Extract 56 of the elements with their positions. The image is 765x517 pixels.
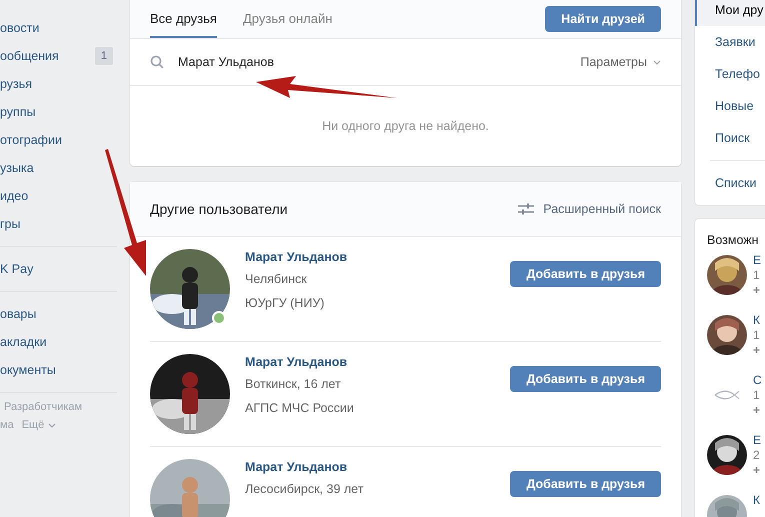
tab[interactable]: Друзья онлайн bbox=[242, 0, 332, 38]
tab[interactable]: Все друзья bbox=[150, 0, 217, 38]
sidebar-item[interactable]: овости bbox=[0, 14, 117, 42]
suggestion-detail: 1 bbox=[753, 388, 761, 403]
suggestion-detail: 2 bbox=[753, 448, 761, 463]
find-friends-button[interactable]: Найти друзей bbox=[545, 6, 661, 32]
menu-item[interactable]: Поиск bbox=[695, 122, 765, 154]
add-friend-button[interactable]: Добавить в друзья bbox=[510, 471, 661, 497]
search-icon bbox=[150, 55, 164, 69]
sidebar-item[interactable]: идео bbox=[0, 182, 117, 210]
suggestion-name[interactable]: К bbox=[753, 493, 760, 508]
search-field[interactable]: Марат Ульданов bbox=[178, 51, 580, 73]
user-name[interactable]: Марат Ульданов bbox=[245, 249, 510, 265]
menu-item[interactable]: Мои дру bbox=[695, 0, 765, 26]
sidebar-item[interactable]: овары bbox=[0, 300, 117, 328]
sidebar-item[interactable]: узыка bbox=[0, 154, 117, 182]
caret-icon bbox=[48, 422, 56, 428]
sidebar-item[interactable]: K Pay bbox=[0, 255, 117, 283]
sidebar-item[interactable]: гры bbox=[0, 210, 117, 238]
sidebar-item[interactable]: руппы bbox=[0, 98, 117, 126]
suggestion-name[interactable]: Е bbox=[753, 253, 762, 268]
sidebar-item[interactable]: ообщения 1 bbox=[0, 42, 117, 70]
sidebar-item[interactable]: окументы bbox=[0, 356, 117, 384]
empty-message: Ни одного друга не найдено. bbox=[322, 119, 489, 133]
suggestion-detail: 1 bbox=[753, 268, 761, 283]
user-detail: Лесосибирск, 39 лет bbox=[245, 481, 364, 498]
add-friend-link[interactable]: + bbox=[753, 343, 760, 358]
sidebar-item[interactable]: отографии bbox=[0, 126, 117, 154]
suggestion-name[interactable]: К bbox=[753, 313, 760, 328]
section-title: Другие пользователи bbox=[150, 201, 288, 217]
caret-icon bbox=[653, 60, 661, 64]
add-friend-button[interactable]: Добавить в друзья bbox=[510, 261, 661, 287]
add-friend-link[interactable]: + bbox=[753, 463, 762, 478]
menu-item[interactable]: Заявки bbox=[695, 26, 765, 58]
suggestion-detail: 1 bbox=[753, 328, 760, 343]
sidebar-item[interactable]: акладки bbox=[0, 328, 117, 356]
user-detail: Челябинск bbox=[245, 271, 308, 288]
add-friend-link[interactable]: + bbox=[753, 283, 762, 298]
menu-item[interactable]: Списки bbox=[695, 167, 765, 199]
menu-item[interactable]: Телефо bbox=[695, 58, 765, 90]
add-friend-button[interactable]: Добавить в друзья bbox=[510, 366, 661, 392]
parameters-dropdown[interactable]: Параметры bbox=[580, 55, 661, 69]
advanced-search-link[interactable]: Расширенный поиск bbox=[518, 202, 661, 216]
user-detail: Воткинск, 16 лет bbox=[245, 376, 342, 393]
suggestion-name[interactable]: Е bbox=[753, 433, 762, 448]
sidebar-item[interactable]: рузья bbox=[0, 70, 117, 98]
panel-title: Возможн bbox=[707, 233, 760, 247]
user-name[interactable]: Марат Ульданов bbox=[245, 354, 510, 370]
menu-item[interactable]: Новые bbox=[695, 90, 765, 122]
unread-count: 1 bbox=[94, 47, 113, 65]
user-detail: АГПС МЧС России bbox=[245, 400, 355, 417]
sliders-icon bbox=[518, 203, 534, 215]
user-detail: ЮУрГУ (НИУ) bbox=[245, 295, 326, 312]
add-friend-link[interactable]: + bbox=[753, 403, 762, 418]
suggestion-name[interactable]: С bbox=[753, 373, 762, 388]
user-name[interactable]: Марат Ульданов bbox=[245, 459, 510, 475]
